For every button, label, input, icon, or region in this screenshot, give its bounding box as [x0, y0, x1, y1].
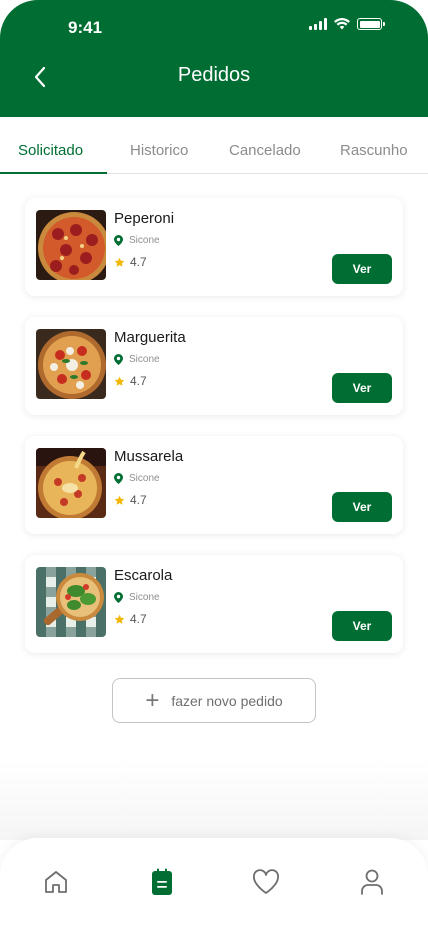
location-pin-icon: [114, 354, 123, 365]
tab-rascunho[interactable]: Rascunho: [340, 142, 408, 159]
location-text: Sicone: [129, 473, 160, 484]
bottom-fade: [0, 760, 428, 840]
page-title: Pedidos: [177, 64, 251, 86]
orders-icon: [152, 868, 172, 895]
star-icon: [114, 614, 125, 624]
status-time: 9:41: [68, 18, 103, 37]
home-icon: [45, 871, 67, 893]
pizza-image: [36, 448, 106, 518]
view-order-button[interactable]: Ver: [332, 254, 392, 284]
view-order-button[interactable]: Ver: [332, 611, 392, 641]
view-order-button[interactable]: Ver: [332, 373, 392, 403]
pizza-image: [36, 567, 106, 637]
order-card[interactable]: Mussarela Sicone 4.7 Ver: [25, 436, 403, 534]
rating: 4.7: [114, 374, 147, 388]
rating-value: 4.7: [130, 374, 147, 388]
status-icons: [309, 18, 385, 30]
rating-value: 4.7: [130, 255, 147, 269]
rating: 4.7: [114, 612, 147, 626]
bottom-nav: [0, 838, 428, 926]
location-pin-icon: [114, 592, 123, 603]
rating-value: 4.7: [130, 493, 147, 507]
pizza-image: [36, 329, 106, 399]
location-text: Sicone: [129, 592, 160, 603]
battery-icon: [357, 18, 385, 30]
view-order-button[interactable]: Ver: [332, 492, 392, 522]
order-tabs: Solicitado Historico Cancelado Rascunho: [0, 130, 428, 174]
wifi-icon: [334, 18, 350, 30]
star-icon: [114, 376, 125, 386]
location-pin-icon: [114, 235, 123, 246]
rating: 4.7: [114, 255, 147, 269]
new-order-label: fazer novo pedido: [171, 692, 283, 709]
nav-orders[interactable]: [148, 868, 176, 896]
header: 9:41 Pedidos: [0, 0, 428, 117]
rating-value: 4.7: [130, 612, 147, 626]
item-name: Marguerita: [114, 329, 186, 346]
order-card[interactable]: Escarola Sicone 4.7 Ver: [25, 555, 403, 653]
location: Sicone: [114, 235, 160, 246]
nav-favorites[interactable]: [252, 868, 280, 896]
star-icon: [114, 257, 125, 267]
order-card[interactable]: Peperoni Sicone 4.7 Ver: [25, 198, 403, 296]
item-name: Peperoni: [114, 210, 175, 227]
nav-home[interactable]: [42, 868, 70, 896]
signal-icon: [309, 18, 327, 30]
tab-historico[interactable]: Historico: [130, 142, 188, 159]
item-name: Mussarela: [114, 448, 184, 465]
location-pin-icon: [114, 473, 123, 484]
star-icon: [114, 495, 125, 505]
location-text: Sicone: [129, 354, 160, 365]
pizza-image: [36, 210, 106, 280]
location: Sicone: [114, 592, 160, 603]
rating: 4.7: [114, 493, 147, 507]
tab-cancelado[interactable]: Cancelado: [229, 142, 301, 159]
item-name: Escarola: [114, 567, 173, 584]
new-order-button[interactable]: + fazer novo pedido: [112, 678, 316, 723]
location-text: Sicone: [129, 235, 160, 246]
tab-solicitado[interactable]: Solicitado: [18, 142, 83, 159]
user-icon: [361, 869, 383, 895]
plus-icon: +: [145, 686, 160, 714]
nav-profile[interactable]: [358, 868, 386, 896]
order-card[interactable]: Marguerita Sicone 4.7 Ver: [25, 317, 403, 415]
location: Sicone: [114, 473, 160, 484]
location: Sicone: [114, 354, 160, 365]
active-tab-indicator: [0, 172, 107, 174]
heart-icon: [253, 869, 279, 894]
